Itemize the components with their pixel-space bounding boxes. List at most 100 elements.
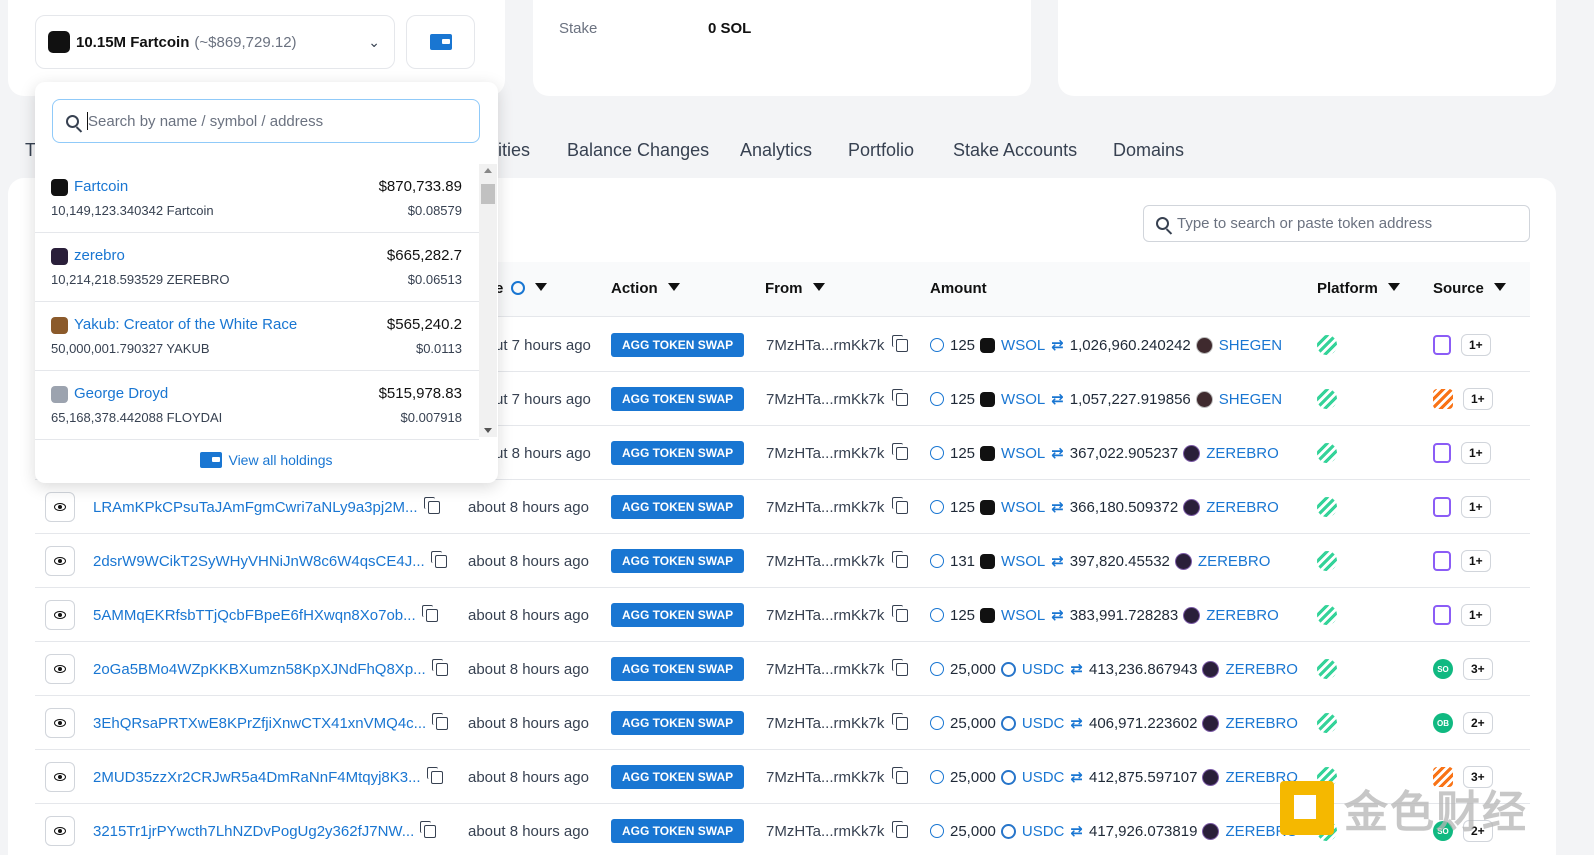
tab-domains[interactable]: Domains — [1113, 140, 1184, 161]
token-out-link[interactable]: ZEREBRO — [1206, 499, 1279, 516]
column-action[interactable]: Action — [611, 280, 680, 297]
dropdown-scrollbar[interactable] — [479, 164, 497, 437]
copy-icon[interactable] — [892, 442, 909, 460]
from-address[interactable]: 7MzHTa...rmKk7k — [766, 607, 884, 624]
token-selector[interactable]: 10.15M Fartcoin (~$869,729.12) ⌄ — [35, 15, 395, 69]
token-out-link[interactable]: SHEGEN — [1219, 337, 1282, 354]
dropdown-search-input[interactable]: Search by name / symbol / address — [52, 99, 480, 143]
from-address[interactable]: 7MzHTa...rmKk7k — [766, 337, 884, 354]
from-address[interactable]: 7MzHTa...rmKk7k — [766, 391, 884, 408]
dropdown-token-item[interactable]: Fartcoin 10,149,123.340342 Fartcoin $870,7… — [35, 164, 479, 233]
token-out-link[interactable]: ZEREBRO — [1206, 445, 1279, 462]
column-from[interactable]: From — [765, 280, 825, 297]
signature-link[interactable]: 2dsrW9WCikT2SyWHyVHNiJnW8c6W4qsCE4J... — [93, 553, 425, 570]
copy-icon[interactable] — [426, 766, 443, 784]
copy-icon[interactable] — [430, 550, 447, 568]
more-sources-badge[interactable]: 1+ — [1463, 388, 1493, 410]
wallet-button[interactable] — [406, 15, 475, 69]
token-in-link[interactable]: WSOL — [1001, 391, 1045, 408]
platform-icon[interactable] — [1317, 605, 1337, 625]
filter-icon[interactable] — [1493, 283, 1506, 291]
from-address[interactable]: 7MzHTa...rmKk7k — [766, 715, 884, 732]
tab-stake-accounts[interactable]: Stake Accounts — [953, 140, 1077, 161]
from-address[interactable]: 7MzHTa...rmKk7k — [766, 499, 884, 516]
signature-link[interactable]: 3EhQRsaPRTXwE8KPrZfjiXnwCTX41xnVMQ4c... — [93, 715, 426, 732]
copy-icon[interactable] — [431, 658, 448, 676]
view-button[interactable] — [45, 762, 75, 792]
token-name[interactable]: zerebro — [74, 247, 125, 264]
platform-icon[interactable] — [1317, 335, 1337, 355]
platform-icon[interactable] — [1317, 551, 1337, 571]
clock-icon[interactable] — [511, 281, 526, 295]
signature-link[interactable]: 3215Tr1jrPYwcth7LhNZDvPogUg2y362fJ7NW... — [93, 823, 414, 840]
copy-icon[interactable] — [892, 820, 909, 838]
view-all-holdings-link[interactable]: View all holdings — [35, 452, 498, 468]
scroll-down-icon[interactable] — [484, 428, 492, 433]
token-in-link[interactable]: USDC — [1022, 661, 1065, 678]
signature-link[interactable]: 2MUD35zzXr2CRJwR5a4DmRaNnF4Mtqyj8K3... — [93, 769, 421, 786]
column-platform[interactable]: Platform — [1317, 280, 1400, 297]
token-in-link[interactable]: USDC — [1022, 715, 1065, 732]
platform-icon[interactable] — [1317, 389, 1337, 409]
token-out-link[interactable]: ZEREBRO — [1198, 553, 1271, 570]
platform-icon[interactable] — [1317, 497, 1337, 517]
scroll-thumb[interactable] — [481, 184, 495, 204]
platform-icon[interactable] — [1317, 713, 1337, 733]
dropdown-token-item[interactable]: George Droyd 65,168,378.442088 FLOYDAI $51… — [35, 371, 479, 440]
copy-icon[interactable] — [423, 496, 440, 514]
more-sources-badge[interactable]: 1+ — [1461, 442, 1491, 464]
signature-link[interactable]: 5AMMqEKRfsbTTjQcbFBpeE6fHXwqn8Xo7ob... — [93, 607, 416, 624]
tab-activities[interactable]: ities — [498, 140, 530, 161]
signature-link[interactable]: LRAmKPkCPsuTaJAmFgmCwri7aNLy9a3pj2M... — [93, 499, 418, 516]
filter-icon[interactable] — [535, 283, 548, 291]
dropdown-token-item[interactable]: zerebro 10,214,218.593529 ZEREBRO $665,282… — [35, 233, 479, 302]
copy-icon[interactable] — [892, 766, 909, 784]
view-button[interactable] — [45, 708, 75, 738]
token-in-link[interactable]: WSOL — [1001, 337, 1045, 354]
token-out-link[interactable]: SHEGEN — [1219, 391, 1282, 408]
more-sources-badge[interactable]: 1+ — [1461, 334, 1491, 356]
copy-icon[interactable] — [892, 496, 909, 514]
filter-icon[interactable] — [812, 283, 825, 291]
copy-icon[interactable] — [892, 550, 909, 568]
platform-icon[interactable] — [1317, 659, 1337, 679]
more-sources-badge[interactable]: 1+ — [1461, 550, 1491, 572]
dropdown-token-item[interactable]: Yakub: Creator of the White Race 50,000,0… — [35, 302, 479, 371]
copy-icon[interactable] — [432, 712, 449, 730]
token-out-link[interactable]: ZEREBRO — [1206, 607, 1279, 624]
column-time[interactable]: e — [495, 280, 548, 297]
from-address[interactable]: 7MzHTa...rmKk7k — [766, 445, 884, 462]
tab-balance-changes[interactable]: Balance Changes — [567, 140, 709, 161]
token-out-link[interactable]: ZEREBRO — [1225, 661, 1298, 678]
token-in-link[interactable]: WSOL — [1001, 607, 1045, 624]
token-out-link[interactable]: ZEREBRO — [1225, 715, 1298, 732]
token-in-link[interactable]: WSOL — [1001, 499, 1045, 516]
copy-icon[interactable] — [892, 658, 909, 676]
copy-icon[interactable] — [420, 820, 437, 838]
more-sources-badge[interactable]: 1+ — [1461, 496, 1491, 518]
copy-icon[interactable] — [892, 604, 909, 622]
token-in-link[interactable]: WSOL — [1001, 553, 1045, 570]
token-search-input[interactable]: Type to search or paste token address — [1143, 205, 1530, 242]
filter-icon[interactable] — [667, 283, 680, 291]
more-sources-badge[interactable]: 1+ — [1461, 604, 1491, 626]
token-in-link[interactable]: USDC — [1022, 823, 1065, 840]
token-name[interactable]: George Droyd — [74, 385, 168, 402]
from-address[interactable]: 7MzHTa...rmKk7k — [766, 769, 884, 786]
from-address[interactable]: 7MzHTa...rmKk7k — [766, 553, 884, 570]
token-name[interactable]: Fartcoin — [74, 178, 128, 195]
tab-portfolio[interactable]: Portfolio — [848, 140, 914, 161]
view-button[interactable] — [45, 492, 75, 522]
view-button[interactable] — [45, 600, 75, 630]
view-button[interactable] — [45, 546, 75, 576]
copy-icon[interactable] — [892, 334, 909, 352]
view-button[interactable] — [45, 654, 75, 684]
copy-icon[interactable] — [892, 712, 909, 730]
signature-link[interactable]: 2oGa5BMo4WZpKKBXumzn58KpXJNdFhQ8Xp... — [93, 661, 426, 678]
column-source[interactable]: Source — [1433, 280, 1506, 297]
scroll-up-icon[interactable] — [484, 168, 492, 173]
token-in-link[interactable]: WSOL — [1001, 445, 1045, 462]
from-address[interactable]: 7MzHTa...rmKk7k — [766, 823, 884, 840]
from-address[interactable]: 7MzHTa...rmKk7k — [766, 661, 884, 678]
filter-icon[interactable] — [1387, 283, 1400, 291]
